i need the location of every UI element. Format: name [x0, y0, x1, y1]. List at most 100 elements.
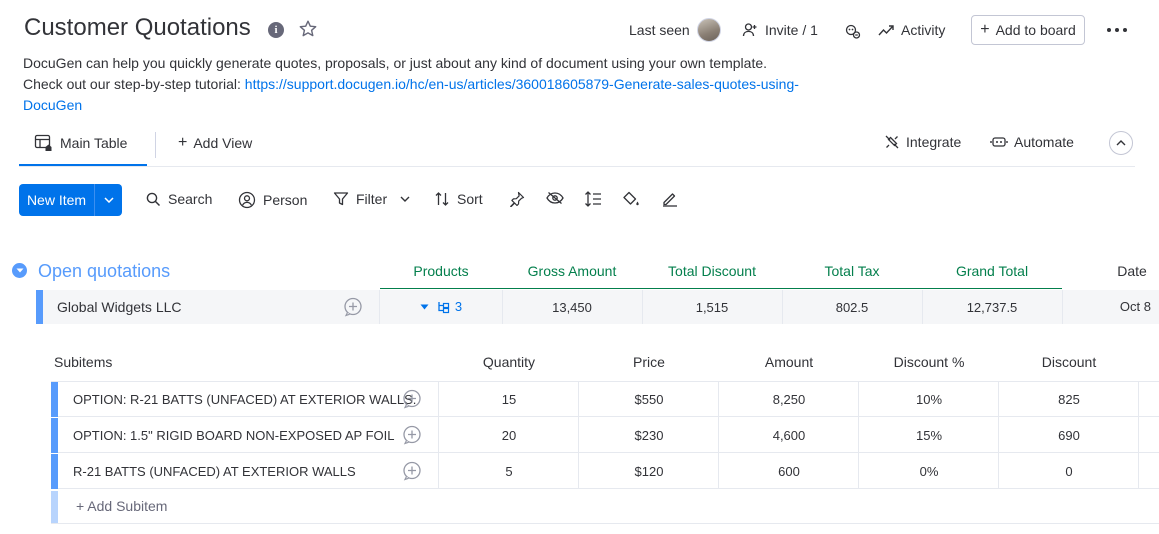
- add-view-button[interactable]: + Add View: [178, 134, 252, 152]
- price-cell[interactable]: $550: [579, 382, 719, 417]
- price-cell[interactable]: $230: [579, 418, 719, 453]
- cell-divider: [858, 382, 859, 489]
- pencil-icon: [661, 191, 679, 207]
- search-button[interactable]: Search: [146, 191, 212, 207]
- column-header-amount[interactable]: Amount: [719, 354, 859, 370]
- discount-pct-cell[interactable]: 10%: [859, 382, 999, 417]
- color-button[interactable]: [622, 191, 640, 207]
- search-icon: [146, 192, 161, 207]
- automate-button[interactable]: Automate: [990, 134, 1074, 150]
- row-height-button[interactable]: [584, 191, 602, 207]
- quantity-cell[interactable]: 20: [439, 418, 579, 453]
- filter-label: Filter: [356, 191, 388, 207]
- total-discount-cell[interactable]: 1,515: [642, 291, 782, 325]
- column-header-quantity[interactable]: Quantity: [439, 354, 579, 370]
- person-filter-button[interactable]: Person: [238, 191, 307, 209]
- column-header-total-discount[interactable]: Total Discount: [642, 263, 782, 279]
- discount-cell[interactable]: 0: [999, 454, 1139, 489]
- total-tax-cell[interactable]: 802.5: [782, 291, 922, 325]
- info-icon[interactable]: i: [268, 22, 284, 38]
- add-update-icon[interactable]: [402, 425, 422, 445]
- date-cell[interactable]: Oct 8: [1062, 290, 1159, 324]
- amount-cell[interactable]: 4,600: [719, 418, 859, 453]
- group-color-bar: [36, 290, 43, 324]
- person-icon: [238, 191, 256, 209]
- add-subitem-button[interactable]: + Add Subitem: [76, 498, 167, 514]
- column-header-gross-amount[interactable]: Gross Amount: [502, 263, 642, 279]
- subitem-name[interactable]: R-21 BATTS (UNFACED) AT EXTERIOR WALLS: [73, 454, 356, 489]
- gross-amount-cell[interactable]: 13,450: [502, 291, 642, 325]
- pin-button[interactable]: [509, 191, 525, 207]
- last-seen[interactable]: Last seen: [629, 18, 721, 42]
- quantity-cell[interactable]: 5: [439, 454, 579, 489]
- integrations-status-button[interactable]: [844, 22, 862, 40]
- add-view-label: Add View: [193, 135, 253, 151]
- subitem-color-bar: [51, 454, 58, 489]
- add-update-icon[interactable]: [402, 461, 422, 481]
- star-icon[interactable]: [298, 19, 318, 39]
- discount-cell[interactable]: 825: [999, 382, 1139, 417]
- quantity-cell[interactable]: 15: [439, 382, 579, 417]
- automate-label: Automate: [1014, 134, 1074, 150]
- cell-divider: [1138, 382, 1139, 489]
- subitems-toggle[interactable]: 3: [380, 290, 502, 324]
- edit-button[interactable]: [661, 191, 679, 207]
- caret-down-icon: [420, 304, 429, 310]
- subitems-bottom-divider: [51, 523, 1159, 524]
- discount-pct-cell[interactable]: 15%: [859, 418, 999, 453]
- person-add-icon: [742, 22, 758, 38]
- subitem-name[interactable]: OPTION: 1.5" RIGID BOARD NON-EXPOSED AP …: [73, 418, 395, 453]
- integrate-button[interactable]: Integrate: [884, 134, 961, 150]
- pin-icon: [509, 191, 525, 207]
- integrate-icon: [884, 134, 900, 150]
- subitem-count: 3: [454, 299, 463, 314]
- invite-label: Invite / 1: [765, 22, 818, 38]
- amount-cell[interactable]: 8,250: [719, 382, 859, 417]
- sort-label: Sort: [457, 191, 483, 207]
- column-header-discount[interactable]: Discount: [999, 354, 1139, 370]
- cell-divider: [438, 382, 439, 489]
- column-header-total-tax[interactable]: Total Tax: [782, 263, 922, 279]
- new-item-button[interactable]: New Item: [19, 184, 122, 216]
- price-cell[interactable]: $120: [579, 454, 719, 489]
- column-header-grand-total[interactable]: Grand Total: [922, 263, 1062, 279]
- column-header-price[interactable]: Price: [579, 354, 719, 370]
- item-name[interactable]: Global Widgets LLC: [57, 290, 182, 324]
- filter-button[interactable]: Filter: [333, 191, 410, 207]
- discount-pct-cell[interactable]: 0%: [859, 454, 999, 489]
- subitem-color-bar: [51, 418, 58, 453]
- avatar[interactable]: [696, 18, 721, 42]
- activity-button[interactable]: Activity: [878, 22, 945, 38]
- subitem-name[interactable]: OPTION: R-21 BATTS (UNFACED) AT EXTERIOR…: [73, 382, 416, 417]
- subitems-column-header[interactable]: Subitems: [54, 354, 112, 370]
- add-update-icon[interactable]: [343, 297, 363, 317]
- table-icon: [34, 134, 54, 152]
- chevron-down-icon: [16, 268, 23, 273]
- add-to-board-label: Add to board: [995, 22, 1076, 38]
- chevron-down-icon[interactable]: [400, 196, 410, 202]
- description-line: DocuGen can help you quickly generate qu…: [23, 55, 768, 71]
- chevron-down-icon: [103, 197, 114, 203]
- group-title[interactable]: Open quotations: [38, 261, 170, 282]
- subitems-icon: [438, 301, 449, 313]
- column-header-date[interactable]: Date: [1062, 263, 1159, 279]
- hide-columns-button[interactable]: [546, 191, 564, 205]
- more-options-icon[interactable]: [1106, 22, 1128, 38]
- sort-button[interactable]: Sort: [434, 191, 483, 207]
- new-item-dropdown[interactable]: [95, 184, 122, 216]
- board-description: DocuGen can help you quickly generate qu…: [23, 53, 803, 116]
- plus-icon: +: [178, 134, 188, 151]
- grand-total-cell[interactable]: 12,737.5: [922, 291, 1062, 325]
- discount-cell[interactable]: 690: [999, 418, 1139, 453]
- invite-button[interactable]: Invite / 1: [742, 22, 818, 38]
- add-to-board-button[interactable]: + Add to board: [971, 15, 1085, 45]
- column-header-products[interactable]: Products: [380, 263, 502, 279]
- description-prefix: Check out our step-by-step tutorial:: [23, 76, 245, 92]
- collapse-header-button[interactable]: [1109, 131, 1133, 155]
- amount-cell[interactable]: 600: [719, 454, 859, 489]
- tab-main-table[interactable]: Main Table: [34, 134, 127, 152]
- column-header-discount-pct[interactable]: Discount %: [859, 354, 999, 370]
- group-collapse-toggle[interactable]: [12, 263, 27, 278]
- board-title: Customer Quotations: [24, 14, 251, 41]
- add-update-icon[interactable]: [402, 389, 422, 409]
